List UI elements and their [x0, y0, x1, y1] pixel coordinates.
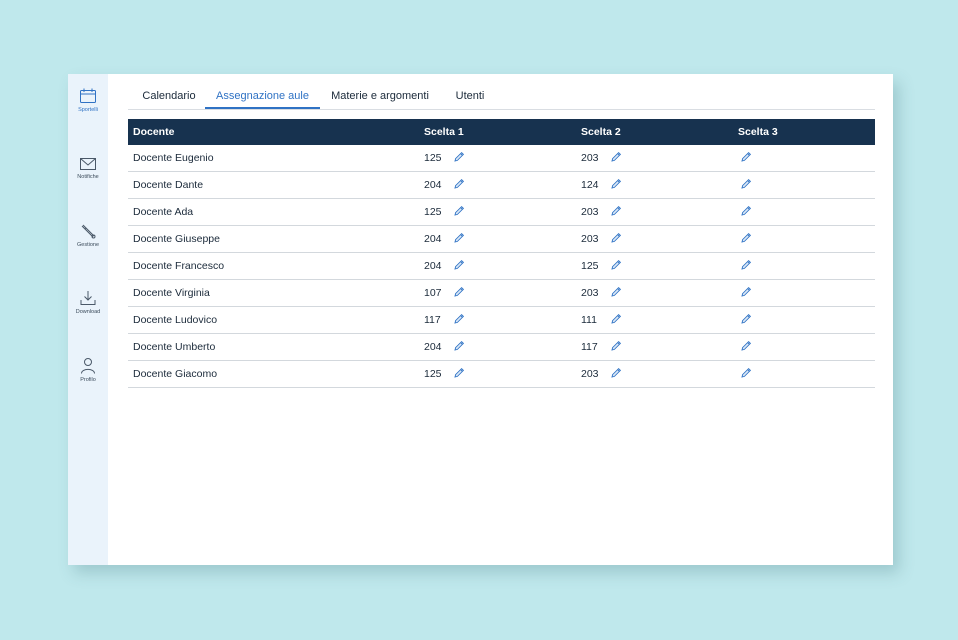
- edit-scelta-3-icon[interactable]: [740, 151, 752, 163]
- calendar-icon: [80, 88, 96, 103]
- cell-scelta-2: 125: [581, 260, 599, 272]
- sidebar-item-profilo[interactable]: Profilo: [68, 357, 108, 383]
- sidebar-item-label: Notifiche: [77, 174, 99, 180]
- cell-docente: Docente Francesco: [133, 260, 225, 272]
- sidebar-item-gestione[interactable]: Gestione: [68, 223, 108, 248]
- edit-scelta-2-icon[interactable]: [610, 151, 622, 163]
- cell-scelta-2: 203: [581, 368, 599, 380]
- cell-docente: Docente Virginia: [133, 287, 210, 299]
- cell-scelta-2: 124: [581, 179, 599, 191]
- edit-scelta-1-icon[interactable]: [453, 232, 465, 244]
- cell-scelta-1: 117: [424, 314, 441, 326]
- edit-scelta-1-icon[interactable]: [453, 178, 465, 190]
- cell-docente: Docente Ada: [133, 206, 194, 218]
- sidebar-item-sportelli[interactable]: Sportelli: [68, 88, 108, 113]
- sidebar-item-notifiche[interactable]: Notifiche: [68, 157, 108, 180]
- edit-scelta-1-icon[interactable]: [453, 286, 465, 298]
- cell-scelta-1: 125: [424, 206, 442, 218]
- wrench-icon: [81, 224, 96, 239]
- cell-scelta-2: 203: [581, 152, 599, 164]
- header-scelta-3: Scelta 3: [738, 126, 778, 138]
- edit-scelta-1-icon[interactable]: [453, 367, 465, 379]
- cell-scelta-1: 204: [424, 341, 442, 353]
- mail-icon: [80, 158, 96, 170]
- tab-bar: Calendario Assegnazione aule Materie e a…: [128, 84, 875, 110]
- header-scelta-1: Scelta 1: [424, 126, 464, 138]
- cell-docente: Docente Ludovico: [133, 314, 218, 326]
- table-row: Docente Francesco 204 125: [128, 253, 875, 280]
- cell-docente: Docente Umberto: [133, 341, 216, 353]
- table-row: Docente Giacomo 125 203: [128, 361, 875, 388]
- table-body: Docente Eugenio 125 203 Docente Dante 204 124…: [128, 145, 875, 388]
- tab-utenti[interactable]: Utenti: [450, 84, 490, 108]
- cell-scelta-1: 204: [424, 233, 442, 245]
- edit-scelta-2-icon[interactable]: [610, 340, 622, 352]
- cell-scelta-1: 125: [424, 152, 442, 164]
- edit-scelta-3-icon[interactable]: [740, 340, 752, 352]
- edit-scelta-3-icon[interactable]: [740, 286, 752, 298]
- table-row: Docente Ludovico 117 111: [128, 307, 875, 334]
- table-row: Docente Dante 204 124: [128, 172, 875, 199]
- cell-scelta-1: 204: [424, 179, 442, 191]
- edit-scelta-3-icon[interactable]: [740, 259, 752, 271]
- sidebar-item-label: Profilo: [80, 377, 96, 383]
- cell-scelta-2: 203: [581, 287, 599, 299]
- assignments-table: Docente Scelta 1 Scelta 2 Scelta 3 Docen…: [128, 119, 875, 388]
- cell-scelta-1: 107: [424, 287, 442, 299]
- cell-scelta-2: 203: [581, 206, 599, 218]
- edit-scelta-3-icon[interactable]: [740, 205, 752, 217]
- cell-docente: Docente Giacomo: [133, 368, 218, 380]
- user-icon: [81, 358, 95, 374]
- cell-docente: Docente Eugenio: [133, 152, 214, 164]
- cell-scelta-2: 203: [581, 233, 599, 245]
- cell-scelta-2: 111: [581, 314, 597, 326]
- edit-scelta-2-icon[interactable]: [610, 205, 622, 217]
- tab-calendario[interactable]: Calendario: [136, 84, 202, 108]
- edit-scelta-2-icon[interactable]: [610, 178, 622, 190]
- table-row: Docente Umberto 204 117: [128, 334, 875, 361]
- edit-scelta-2-icon[interactable]: [610, 259, 622, 271]
- header-docente: Docente: [133, 126, 175, 138]
- edit-scelta-1-icon[interactable]: [453, 340, 465, 352]
- table-header: Docente Scelta 1 Scelta 2 Scelta 3: [128, 119, 875, 145]
- tab-assegnazione-aule[interactable]: Assegnazione aule: [205, 84, 320, 109]
- cell-scelta-1: 125: [424, 368, 442, 380]
- edit-scelta-3-icon[interactable]: [740, 313, 752, 325]
- tab-materie-e-argomenti[interactable]: Materie e argomenti: [328, 84, 432, 108]
- sidebar-item-label: Download: [75, 309, 101, 315]
- edit-scelta-1-icon[interactable]: [453, 259, 465, 271]
- cell-scelta-1: 204: [424, 260, 442, 272]
- cell-docente: Docente Dante: [133, 179, 204, 191]
- edit-scelta-2-icon[interactable]: [610, 286, 622, 298]
- sidebar-item-label: Gestione: [76, 242, 99, 248]
- edit-scelta-2-icon[interactable]: [610, 367, 622, 379]
- edit-scelta-3-icon[interactable]: [740, 232, 752, 244]
- table-row: Docente Ada 125 203: [128, 199, 875, 226]
- edit-scelta-2-icon[interactable]: [610, 232, 622, 244]
- edit-scelta-3-icon[interactable]: [740, 367, 752, 379]
- edit-scelta-2-icon[interactable]: [610, 313, 622, 325]
- download-icon: [80, 291, 96, 305]
- edit-scelta-3-icon[interactable]: [740, 178, 752, 190]
- sidebar-item-download[interactable]: Download: [68, 290, 108, 315]
- header-scelta-2: Scelta 2: [581, 126, 621, 138]
- app-window: Sportelli Notifiche Gestione Download Pr…: [68, 74, 893, 565]
- table-row: Docente Giuseppe 204 203: [128, 226, 875, 253]
- cell-scelta-2: 117: [581, 341, 598, 353]
- table-row: Docente Eugenio 125 203: [128, 145, 875, 172]
- cell-docente: Docente Giuseppe: [133, 233, 220, 245]
- table-row: Docente Virginia 107 203: [128, 280, 875, 307]
- edit-scelta-1-icon[interactable]: [453, 205, 465, 217]
- edit-scelta-1-icon[interactable]: [453, 151, 465, 163]
- edit-scelta-1-icon[interactable]: [453, 313, 465, 325]
- sidebar-item-label: Sportelli: [78, 107, 98, 113]
- sidebar: Sportelli Notifiche Gestione Download Pr…: [68, 74, 108, 565]
